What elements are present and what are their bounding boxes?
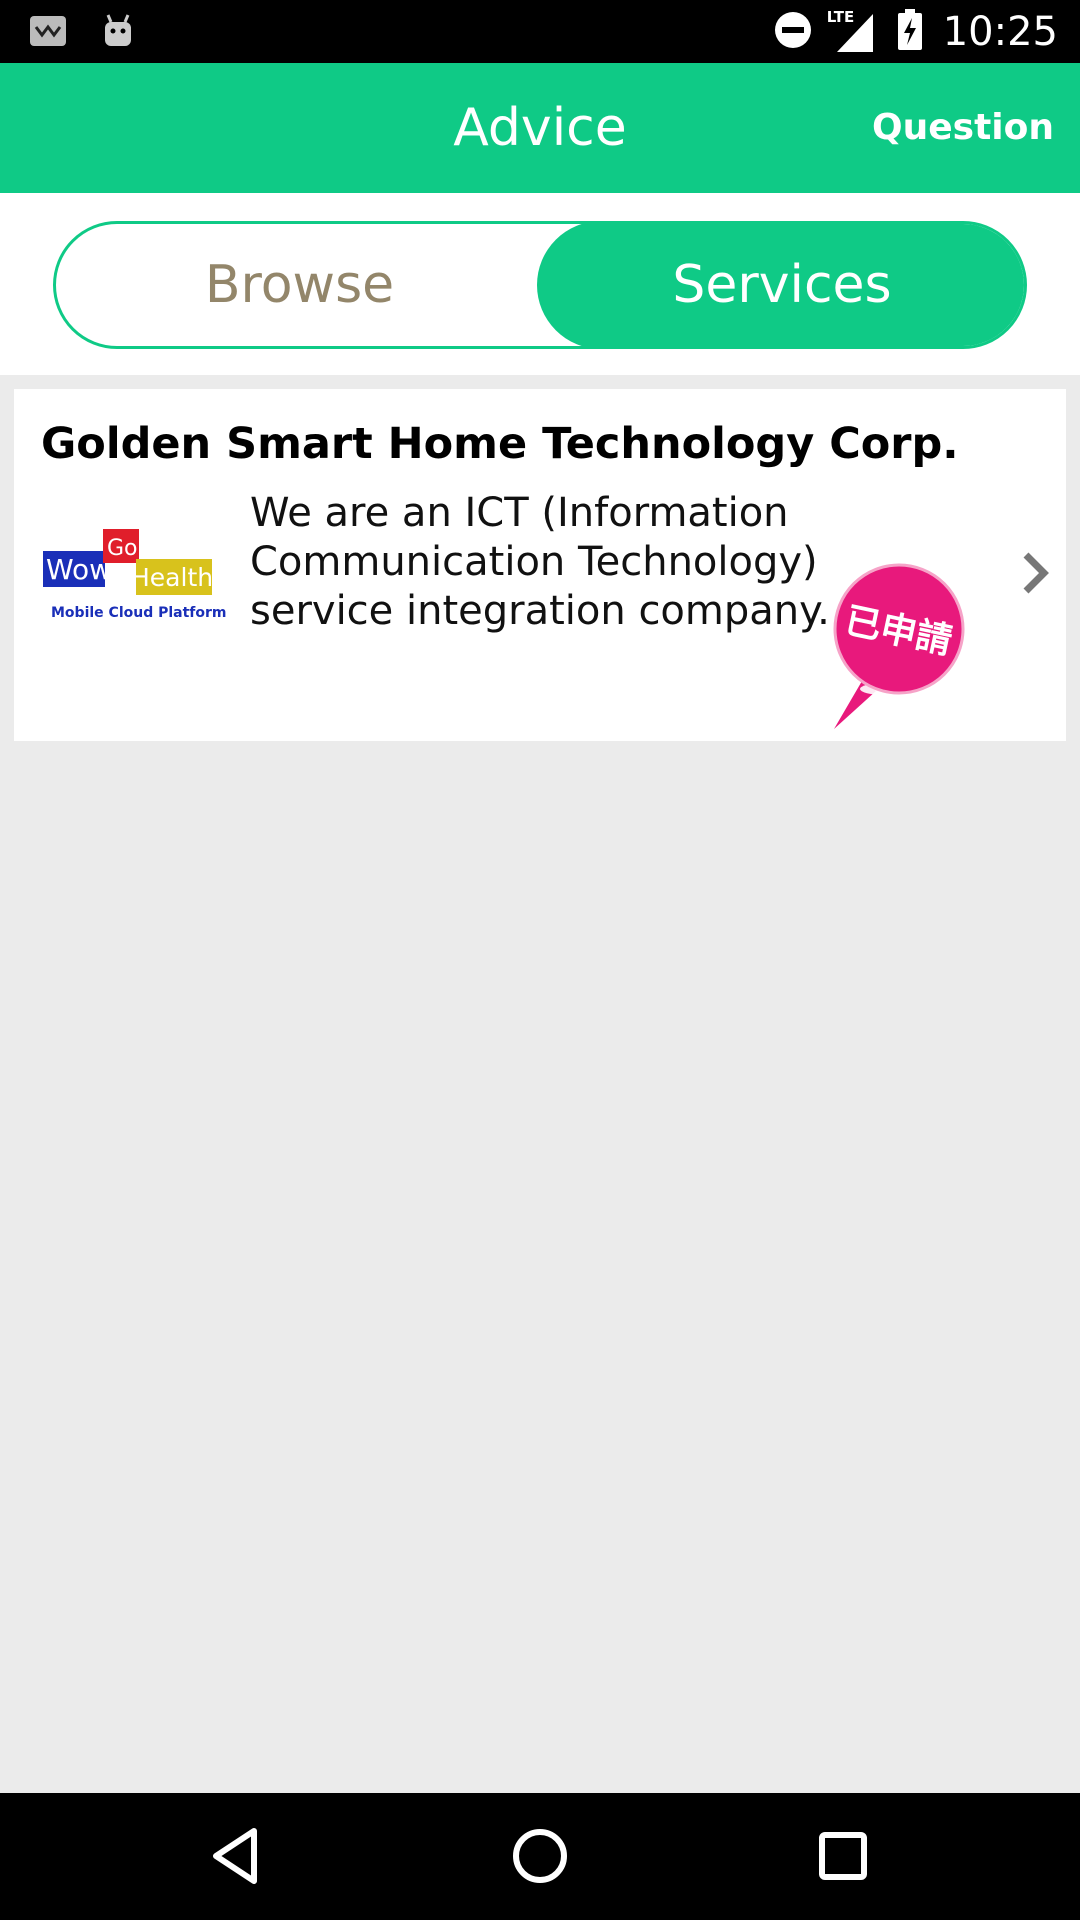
content-area: Golden Smart Home Technology Corp. Wow G… — [0, 375, 1080, 1793]
app-bar: Advice Question — [0, 63, 1080, 193]
notification-icon — [28, 12, 68, 50]
item-title: Golden Smart Home Technology Corp. — [41, 419, 959, 469]
segment-area: Browse Services — [0, 193, 1080, 375]
logo-health: Health — [131, 563, 213, 592]
status-bar: LTE 10:25 — [0, 0, 1080, 63]
navigation-bar — [0, 1793, 1080, 1920]
tab-services[interactable]: Services — [537, 224, 1024, 346]
battery-icon — [897, 9, 923, 55]
tab-browse[interactable]: Browse — [56, 224, 543, 346]
do-not-disturb-icon — [773, 10, 813, 54]
company-logo: Wow Go Health Mobile Cloud Platform — [41, 529, 231, 629]
logo-subtitle: Mobile Cloud Platform — [51, 605, 227, 621]
list-item[interactable]: Golden Smart Home Technology Corp. Wow G… — [14, 389, 1066, 741]
chevron-right-icon — [1020, 549, 1052, 597]
android-icon — [98, 12, 138, 50]
back-icon[interactable] — [204, 1823, 270, 1889]
question-button[interactable]: Question — [872, 63, 1054, 193]
logo-wow: Wow — [46, 553, 112, 586]
applied-badge: 已申請 — [814, 551, 974, 731]
recents-icon[interactable] — [810, 1823, 876, 1889]
signal-icon: LTE — [827, 8, 877, 54]
home-icon[interactable] — [507, 1823, 573, 1889]
clock: 10:25 — [942, 9, 1058, 55]
network-type-label: LTE — [826, 8, 855, 26]
segmented-control: Browse Services — [53, 221, 1027, 349]
logo-go: Go — [107, 536, 138, 561]
